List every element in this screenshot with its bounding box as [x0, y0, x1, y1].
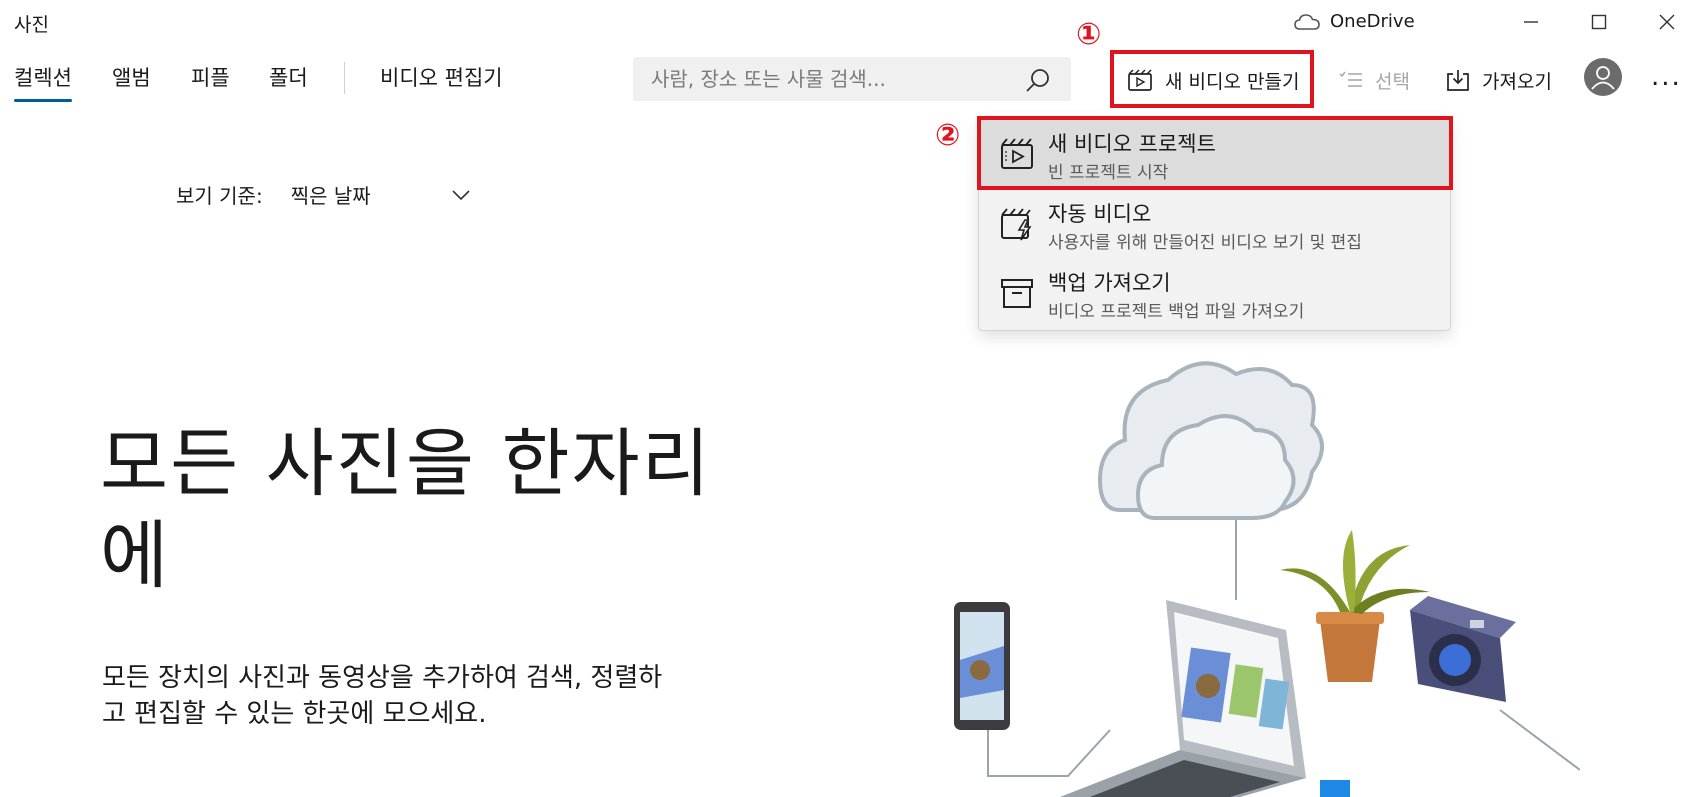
view-by-label: 보기 기준:: [176, 184, 263, 208]
auto-video-icon: [1001, 208, 1032, 241]
laptop-illustration: [1060, 600, 1306, 797]
user-icon: [1591, 66, 1615, 90]
tab-video-editor[interactable]: 비디오 편집기: [380, 62, 503, 102]
devices-cloud-illustration: [954, 361, 1580, 797]
hero-title: 모든 사진을 한자리 에: [100, 418, 740, 602]
hero-title-line: 모든 사진을 한자리: [100, 421, 712, 507]
close-button[interactable]: [1633, 0, 1699, 44]
maximize-button[interactable]: [1565, 0, 1633, 44]
close-icon: [1659, 14, 1675, 30]
chevron-down-icon: [452, 189, 470, 200]
minimize-button[interactable]: [1497, 0, 1565, 44]
menu-item-subtitle: 사용자를 위해 만들어진 비디오 보기 및 편집: [1048, 233, 1362, 253]
cloud-icon: [1294, 13, 1320, 30]
plant-illustration: [1280, 530, 1430, 682]
highlight-new-video-project: [977, 116, 1453, 190]
menu-item-title: 백업 가져오기: [1048, 271, 1171, 295]
view-by-selector[interactable]: 보기 기준: 찍은 날짜: [176, 180, 471, 209]
import-button[interactable]: 가져오기: [1446, 54, 1552, 106]
tab-folders[interactable]: 폴더: [269, 62, 308, 102]
phone-illustration: [954, 602, 1010, 730]
nav-divider: [344, 62, 345, 94]
hero-description: 모든 장치의 사진과 동영상을 추가하여 검색, 정렬하 고 편집할 수 있는 …: [102, 660, 752, 732]
more-options-button[interactable]: ...: [1651, 62, 1682, 92]
onedrive-label: OneDrive: [1330, 11, 1415, 32]
archive-icon: [1001, 279, 1033, 308]
main-nav: 컬렉션 앨범 피플 폴더 비디오 편집기: [0, 54, 560, 104]
menu-item-title: 자동 비디오: [1048, 202, 1152, 226]
camera-illustration: [1410, 596, 1516, 702]
step-2-badge: ②: [935, 118, 961, 153]
select-label: 선택: [1375, 70, 1410, 93]
view-by-value: 찍은 날짜: [290, 184, 371, 208]
search-icon[interactable]: [1025, 67, 1051, 93]
highlight-new-video: [1110, 50, 1314, 108]
search-input[interactable]: [651, 67, 1011, 91]
app-title: 사진: [14, 14, 49, 36]
menu-item-auto-video[interactable]: 자동 비디오 사용자를 위해 만들어진 비디오 보기 및 편집: [979, 190, 1450, 258]
select-list-icon: [1339, 71, 1362, 87]
avatar[interactable]: [1584, 58, 1622, 96]
cloud-icon: [1097, 361, 1324, 520]
hero-title-line: 에: [100, 513, 171, 599]
tab-people[interactable]: 피플: [191, 62, 230, 102]
hero-description-line: 고 편집할 수 있는 한곳에 모으세요.: [102, 699, 487, 729]
tab-collection[interactable]: 컬렉션: [14, 62, 72, 102]
import-icon: [1447, 70, 1469, 91]
onedrive-status[interactable]: OneDrive: [1294, 11, 1415, 32]
search-box[interactable]: [633, 57, 1071, 101]
menu-item-import-backup[interactable]: 백업 가져오기 비디오 프로젝트 백업 파일 가져오기: [979, 259, 1450, 327]
blue-device: [1320, 780, 1350, 797]
hero-description-line: 모든 장치의 사진과 동영상을 추가하여 검색, 정렬하: [102, 663, 663, 693]
step-1-badge: ①: [1076, 17, 1102, 52]
import-label: 가져오기: [1482, 70, 1552, 93]
menu-item-subtitle: 비디오 프로젝트 백업 파일 가져오기: [1048, 302, 1305, 322]
select-button[interactable]: 선택: [1339, 54, 1410, 106]
minimize-icon: [1524, 21, 1538, 23]
maximize-icon: [1591, 14, 1607, 30]
tab-albums[interactable]: 앨범: [112, 62, 151, 102]
title-bar: 사진 OneDrive: [0, 0, 1699, 44]
